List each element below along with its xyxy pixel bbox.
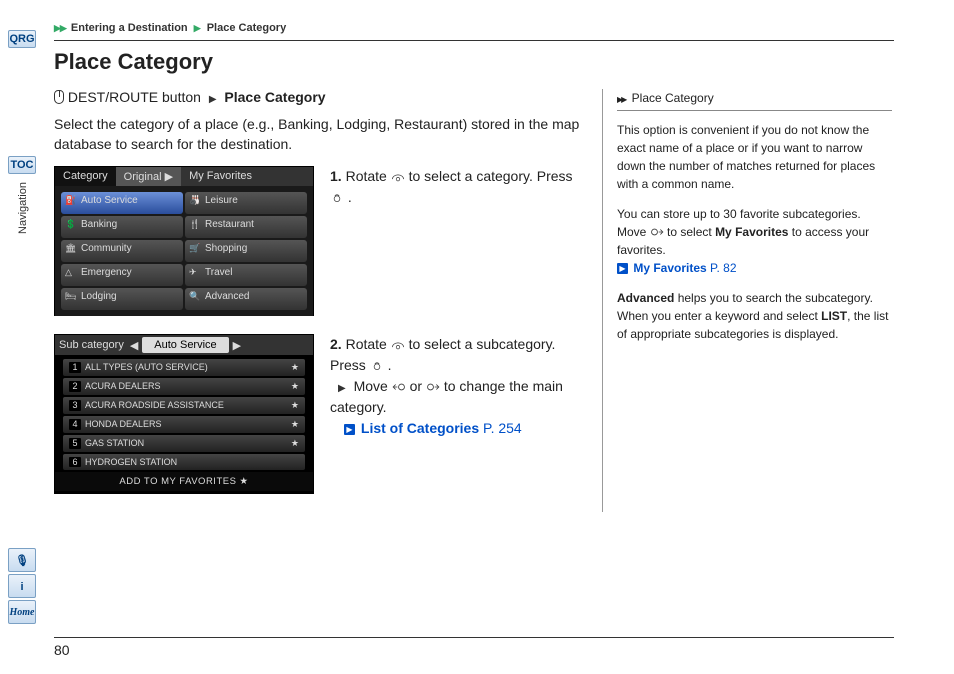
list-item: 2ACURA DEALERS★ bbox=[63, 378, 305, 395]
side-p2: You can store up to 30 favorite subcateg… bbox=[617, 205, 892, 277]
voice-button[interactable]: 🎙 bbox=[8, 548, 36, 572]
move-left-icon bbox=[392, 382, 406, 392]
step2-text: 2. Rotate to select a subcategory. Press… bbox=[330, 334, 584, 494]
cat-auto-service: ⛽Auto Service bbox=[61, 192, 183, 214]
cat-shopping: 🛒Shopping bbox=[185, 240, 307, 262]
tab-original: Original ▶ bbox=[116, 167, 181, 186]
cat-restaurant: 🍴Restaurant bbox=[185, 216, 307, 238]
screenshot-subcategory: Sub category ◀ Auto Service ▶ 1ALL TYPES… bbox=[54, 334, 314, 494]
info-button[interactable]: i bbox=[8, 574, 36, 598]
cat-leisure: 🎳Leisure bbox=[185, 192, 307, 214]
qrg-button[interactable]: QRG bbox=[8, 30, 36, 48]
move-right-icon bbox=[650, 227, 664, 237]
dest-label: DEST/ROUTE button bbox=[68, 89, 201, 105]
right-arrow-icon: ▶ bbox=[233, 339, 241, 352]
triangle-icon: ▶ bbox=[194, 23, 201, 33]
cat-lodging: 🛏Lodging bbox=[61, 288, 183, 310]
page-title: Place Category bbox=[54, 49, 924, 75]
section-label: Navigation bbox=[17, 182, 29, 234]
side-p1: This option is convenient if you do not … bbox=[617, 121, 892, 193]
side-p3: Advanced helps you to search the subcate… bbox=[617, 289, 892, 343]
category-grid: ⛽Auto Service 🎳Leisure 💲Banking 🍴Restaur… bbox=[55, 186, 313, 316]
triangle-icon: ▶▶ bbox=[54, 23, 66, 33]
list-item: 3ACURA ROADSIDE ASSISTANCE★ bbox=[63, 397, 305, 414]
intro-text: Select the category of a place (e.g., Ba… bbox=[54, 115, 584, 154]
link-my-favorites[interactable]: My Favorites bbox=[633, 261, 706, 275]
move-right-icon bbox=[426, 382, 440, 392]
sidebar-heading: ▶▶ Place Category bbox=[617, 89, 892, 111]
breadcrumb-b[interactable]: Place Category bbox=[207, 22, 286, 34]
mouse-icon bbox=[54, 90, 64, 104]
list-item: 1ALL TYPES (AUTO SERVICE)★ bbox=[63, 359, 305, 376]
press-dial-icon bbox=[370, 361, 384, 371]
home-button[interactable]: Home bbox=[8, 600, 36, 624]
breadcrumb: ▶▶ Entering a Destination ▶ Place Catego… bbox=[54, 22, 924, 34]
rotate-dial-icon bbox=[391, 340, 405, 350]
dest-target: Place Category bbox=[224, 89, 325, 105]
list-item: 6HYDROGEN STATION bbox=[63, 454, 305, 470]
dest-route-line: DEST/ROUTE button ▶ Place Category bbox=[54, 89, 584, 105]
cat-community: 🏛Community bbox=[61, 240, 183, 262]
triangle-icon: ▶ bbox=[209, 94, 217, 105]
left-arrow-icon: ◀ bbox=[130, 339, 138, 352]
link-page: P. 82 bbox=[710, 261, 736, 275]
link-icon: ▶ bbox=[344, 424, 355, 435]
page-number: 80 bbox=[54, 640, 70, 658]
subcat-label: Sub category bbox=[59, 339, 124, 351]
cat-travel: ✈Travel bbox=[185, 264, 307, 286]
step1-text: 1. Rotate to select a category. Press . bbox=[330, 166, 584, 316]
breadcrumb-a[interactable]: Entering a Destination bbox=[71, 22, 188, 34]
screenshot-category: Category Original ▶ My Favorites ⛽Auto S… bbox=[54, 166, 314, 316]
press-dial-icon bbox=[330, 193, 344, 203]
link-page: P. 254 bbox=[483, 420, 522, 436]
rotate-dial-icon bbox=[391, 172, 405, 182]
list-item: 4HONDA DEALERS★ bbox=[63, 416, 305, 433]
rule bbox=[54, 40, 894, 41]
triangle-icon: ▶ bbox=[338, 383, 346, 394]
link-list-categories[interactable]: List of Categories bbox=[361, 420, 479, 436]
cat-advanced: 🔍Advanced bbox=[185, 288, 307, 310]
subcat-list: 1ALL TYPES (AUTO SERVICE)★ 2ACURA DEALERS… bbox=[55, 355, 313, 470]
list-item: 5GAS STATION★ bbox=[63, 435, 305, 452]
subcat-selected: Auto Service bbox=[142, 337, 228, 353]
cat-banking: 💲Banking bbox=[61, 216, 183, 238]
tab-favorites: My Favorites bbox=[181, 167, 260, 186]
toc-button[interactable]: TOC bbox=[8, 156, 36, 174]
add-favorites-bar: ADD TO MY FAVORITES ★ bbox=[55, 472, 313, 491]
triangle-icon: ▶▶ bbox=[617, 95, 625, 104]
cat-emergency: △Emergency bbox=[61, 264, 183, 286]
link-icon: ▶ bbox=[617, 263, 628, 274]
tab-category: Category bbox=[55, 167, 116, 186]
footer-rule bbox=[54, 637, 894, 638]
